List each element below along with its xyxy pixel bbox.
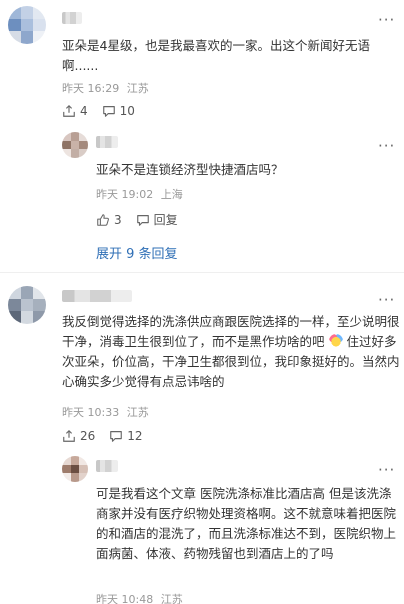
share-icon — [63, 104, 75, 117]
comment-icon — [110, 431, 123, 442]
comment-text: 我反倒觉得选择的洗涤供应商跟医院选择的一样，至少说明很干净，消毒卫生很到位了，而… — [62, 312, 400, 392]
comment-location: 江苏 — [126, 82, 149, 95]
comment-actions: 4 10 — [62, 104, 149, 118]
avatar[interactable] — [8, 6, 46, 44]
reply-text: 可是我看这个文章 医院洗涤标准比酒店高 但是该洗涤商家并没有医疗织物处理资格啊。… — [96, 486, 397, 561]
reply-username[interactable] — [96, 136, 118, 148]
reply-avatar[interactable] — [62, 132, 88, 158]
comment-location: 江苏 — [126, 406, 149, 419]
comment-count: 10 — [119, 104, 135, 118]
comment-button[interactable]: 12 — [109, 429, 143, 443]
comment-actions: 26 12 — [62, 429, 157, 443]
comment-time: 昨天 10:33 — [62, 406, 120, 419]
comment-text: 亚朵是4星级，也是我最喜欢的一家。出这个新闻好无语啊...... — [62, 38, 370, 73]
more-horizontal-icon[interactable]: ··· — [378, 463, 395, 478]
divider — [0, 272, 404, 273]
like-icon — [97, 213, 109, 226]
share-count: 4 — [80, 104, 88, 118]
share-button[interactable]: 4 — [62, 104, 88, 118]
share-count: 26 — [80, 429, 96, 443]
like-count: 3 — [114, 212, 122, 227]
comment-item: ··· 亚朵是4星级，也是我最喜欢的一家。出这个新闻好无语啊...... 昨天 … — [0, 0, 404, 265]
reply-time: 昨天 10:48 — [96, 593, 154, 604]
reply-avatar[interactable] — [62, 456, 88, 482]
comment-item: ··· 我反倒觉得选择的洗涤供应商跟医院选择的一样，至少说明很干净，消毒卫生很到… — [0, 280, 404, 604]
share-icon — [63, 429, 75, 442]
reply-label: 回复 — [153, 213, 178, 227]
share-button[interactable]: 26 — [62, 429, 95, 443]
reply-location: 上海 — [160, 188, 183, 201]
comment-meta: 昨天 16:29 江苏 — [62, 80, 149, 96]
comment-icon — [136, 214, 149, 226]
reply-meta: 昨天 19:02 上海 — [96, 186, 183, 202]
comment-count: 12 — [127, 429, 143, 443]
avatar[interactable] — [8, 286, 46, 324]
reply-meta: 昨天 10:48 江苏 — [96, 591, 183, 604]
party-emoji-icon — [328, 334, 343, 348]
expand-replies-link[interactable]: 展开 9 条回复 — [96, 243, 178, 262]
more-horizontal-icon[interactable]: ··· — [378, 139, 395, 154]
reply-location: 江苏 — [160, 593, 183, 604]
like-button[interactable]: 3 — [96, 213, 122, 227]
more-horizontal-icon[interactable]: ··· — [378, 13, 395, 28]
username[interactable] — [62, 290, 132, 302]
comment-time: 昨天 16:29 — [62, 82, 120, 95]
reply-time: 昨天 19:02 — [96, 188, 154, 201]
reply-username[interactable] — [96, 460, 118, 472]
reply-text: 亚朵不是连锁经济型快捷酒店吗？ — [96, 162, 284, 177]
comment-meta: 昨天 10:33 江苏 — [62, 404, 149, 420]
comment-button[interactable]: 10 — [102, 104, 135, 118]
comment-icon — [102, 106, 115, 117]
more-horizontal-icon[interactable]: ··· — [378, 293, 395, 308]
username[interactable] — [62, 12, 82, 24]
reply-button[interactable]: 回复 — [136, 211, 178, 228]
reply-actions: 3 回复 — [96, 211, 192, 228]
